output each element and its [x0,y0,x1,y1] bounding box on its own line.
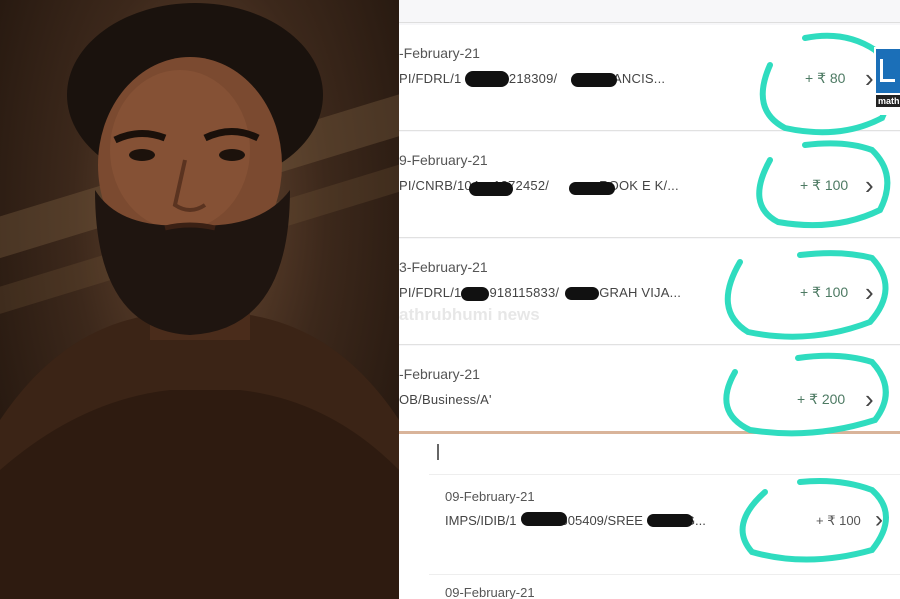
redaction-mark [461,287,489,301]
transaction-row[interactable]: -February-21 OB/Business/A' + ₹ 200 › [399,346,900,433]
chevron-right-icon[interactable]: › [875,508,883,532]
transaction-list-screenshot: -February-21 PI/FDRL/1 2218309/FRANCIS...… [399,0,900,433]
text-cursor [437,444,439,460]
watermark: athrubhumi news [399,305,540,324]
transaction-reference: PI/FDRL/1 2218309/FRANCIS... [399,71,666,86]
redaction-mark [521,512,567,526]
chevron-right-icon[interactable]: › [865,279,874,305]
logo-text: math [876,95,900,107]
man-figure [0,3,399,599]
transaction-row[interactable]: -February-21 PI/FDRL/1 2218309/FRANCIS...… [399,25,900,131]
transaction-date: 3-February-21 [399,259,488,275]
divider [429,574,900,575]
transaction-date: 9-February-21 [399,152,488,168]
transaction-date: 09-February-21 [445,585,535,599]
transaction-list-screenshot-2: 09-February-21 IMPS/IDIB/1 605409/SREE G..… [399,434,900,599]
logo-icon [876,49,900,93]
transaction-date: -February-21 [399,366,480,382]
portrait-photo [0,0,399,599]
redaction-mark [569,182,615,195]
transaction-amount: + ₹ 100 [816,513,861,528]
transaction-reference: PI/CNRB/104 1272452/ROOK E K/... [399,178,679,193]
transaction-date: 09-February-21 [445,489,535,504]
redaction-mark [565,287,599,300]
transaction-reference: PI/FDRL/1 918115833/GRAH VIJA... [399,285,682,300]
transaction-row[interactable]: 3-February-21 PI/FDRL/1 918115833/GRAH VI… [399,239,900,345]
transaction-reference: OB/Business/A' [399,392,492,407]
chevron-right-icon[interactable]: › [865,386,874,412]
divider [399,22,900,23]
transaction-amount: + ₹ 80 [805,70,846,86]
chevron-right-icon[interactable]: › [865,172,874,198]
divider [429,474,900,475]
chevron-right-icon[interactable]: › [865,65,874,91]
transaction-amount: + ₹ 100 [800,177,849,193]
redaction-mark [571,73,617,87]
transaction-amount: + ₹ 100 [800,284,849,300]
channel-logo: math [874,47,900,115]
redaction-mark [465,71,509,87]
redaction-mark [647,514,693,527]
redaction-mark [469,182,513,196]
transaction-row[interactable]: 9-February-21 PI/CNRB/104 1272452/ROOK E … [399,132,900,238]
transaction-amount: + ₹ 200 [797,391,846,407]
transaction-date: -February-21 [399,45,480,61]
